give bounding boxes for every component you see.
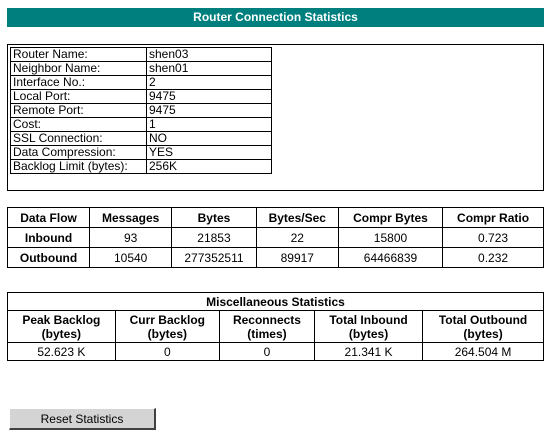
row-label: Outbound bbox=[6, 247, 91, 268]
info-label: Cost: bbox=[10, 117, 147, 132]
table-header-row: Data Flow Messages Bytes Bytes/Sec Compr… bbox=[6, 207, 544, 228]
header-line: Peak Backlog bbox=[22, 312, 101, 327]
table-row: Outbound 10540 277352511 89917 64466839 … bbox=[6, 247, 544, 268]
table-cell: 21853 bbox=[171, 227, 257, 248]
table-cell: 10540 bbox=[89, 247, 173, 268]
info-value: 256K bbox=[146, 159, 272, 174]
column-header: Total Inbound (bytes) bbox=[313, 310, 424, 343]
reset-statistics-button[interactable]: Reset Statistics bbox=[9, 408, 156, 430]
info-row-neighbor-name: Neighbor Name: shen01 bbox=[10, 61, 272, 76]
info-label: Local Port: bbox=[10, 89, 147, 104]
row-label: Inbound bbox=[6, 227, 91, 248]
info-row-remote-port: Remote Port: 9475 bbox=[10, 103, 272, 118]
table-cell: 0.723 bbox=[442, 227, 544, 248]
table-cell: 264.504 M bbox=[422, 342, 544, 361]
info-label: Neighbor Name: bbox=[10, 61, 147, 76]
header-line: Total Inbound bbox=[329, 312, 408, 327]
header-unit: (bytes) bbox=[463, 326, 503, 341]
info-row-interface-no: Interface No.: 2 bbox=[10, 75, 272, 90]
column-header: Total Outbound (bytes) bbox=[422, 310, 544, 343]
info-label: Data Compression: bbox=[10, 145, 147, 160]
table-title-row: Miscellaneous Statistics bbox=[7, 292, 544, 311]
table-cell: 22 bbox=[255, 227, 339, 248]
table-cell: 93 bbox=[89, 227, 173, 248]
info-value: 9475 bbox=[146, 103, 272, 118]
info-label: Router Name: bbox=[10, 47, 147, 62]
info-label: Remote Port: bbox=[10, 103, 147, 118]
info-value: 9475 bbox=[146, 89, 272, 104]
table-cell: 15800 bbox=[337, 227, 444, 248]
info-row-ssl-connection: SSL Connection: NO bbox=[10, 131, 272, 146]
table-cell: 0 bbox=[114, 342, 220, 361]
column-header: Peak Backlog (bytes) bbox=[7, 310, 116, 343]
header-unit: (bytes) bbox=[147, 326, 187, 341]
info-label: Backlog Limit (bytes): bbox=[10, 159, 147, 174]
table-header-row: Peak Backlog (bytes) Curr Backlog (bytes… bbox=[7, 310, 544, 343]
column-header: Messages bbox=[89, 207, 173, 228]
table-cell: 0 bbox=[218, 342, 315, 361]
header-unit: (bytes) bbox=[348, 326, 389, 341]
header-unit: (bytes) bbox=[41, 326, 82, 341]
header-line: Reconnects bbox=[232, 312, 301, 327]
column-header: Data Flow bbox=[6, 207, 91, 228]
column-header: Reconnects (times) bbox=[218, 310, 315, 343]
table-cell: 89917 bbox=[255, 247, 339, 268]
info-row-backlog-limit: Backlog Limit (bytes): 256K bbox=[10, 159, 272, 174]
info-value: shen01 bbox=[146, 61, 272, 76]
info-row-data-compression: Data Compression: YES bbox=[10, 145, 272, 160]
column-header: Bytes/Sec bbox=[255, 207, 339, 228]
column-header: Bytes bbox=[171, 207, 257, 228]
info-value: shen03 bbox=[146, 47, 272, 62]
info-row-cost: Cost: 1 bbox=[10, 117, 272, 132]
header-line: Curr Backlog bbox=[129, 312, 205, 327]
misc-stats-table: Miscellaneous Statistics Peak Backlog (b… bbox=[7, 292, 544, 361]
info-value: 1 bbox=[146, 117, 272, 132]
header-line: Total Outbound bbox=[438, 312, 528, 327]
column-header: Compr Bytes bbox=[337, 207, 444, 228]
table-cell: 21.341 K bbox=[313, 342, 424, 361]
page-title: Router Connection Statistics bbox=[7, 8, 544, 27]
info-row-router-name: Router Name: shen03 bbox=[10, 47, 272, 62]
header-unit: (times) bbox=[247, 326, 287, 341]
column-header: Compr Ratio bbox=[442, 207, 544, 228]
table-cell: 0.232 bbox=[442, 247, 544, 268]
data-flow-table: Data Flow Messages Bytes Bytes/Sec Compr… bbox=[6, 207, 544, 268]
router-info-panel: Router Name: shen03 Neighbor Name: shen0… bbox=[7, 44, 544, 191]
table-cell: 52.623 K bbox=[7, 342, 116, 361]
table-row: 52.623 K 0 0 21.341 K 264.504 M bbox=[7, 342, 544, 361]
info-row-local-port: Local Port: 9475 bbox=[10, 89, 272, 104]
info-value: 2 bbox=[146, 75, 272, 90]
table-row: Inbound 93 21853 22 15800 0.723 bbox=[6, 227, 544, 248]
info-value: NO bbox=[146, 131, 272, 146]
table-cell: 64466839 bbox=[337, 247, 444, 268]
info-label: SSL Connection: bbox=[10, 131, 147, 146]
router-info-table: Router Name: shen03 Neighbor Name: shen0… bbox=[10, 47, 272, 174]
misc-stats-title: Miscellaneous Statistics bbox=[7, 292, 544, 311]
table-cell: 277352511 bbox=[171, 247, 257, 268]
info-value: YES bbox=[146, 145, 272, 160]
info-label: Interface No.: bbox=[10, 75, 147, 90]
column-header: Curr Backlog (bytes) bbox=[114, 310, 220, 343]
